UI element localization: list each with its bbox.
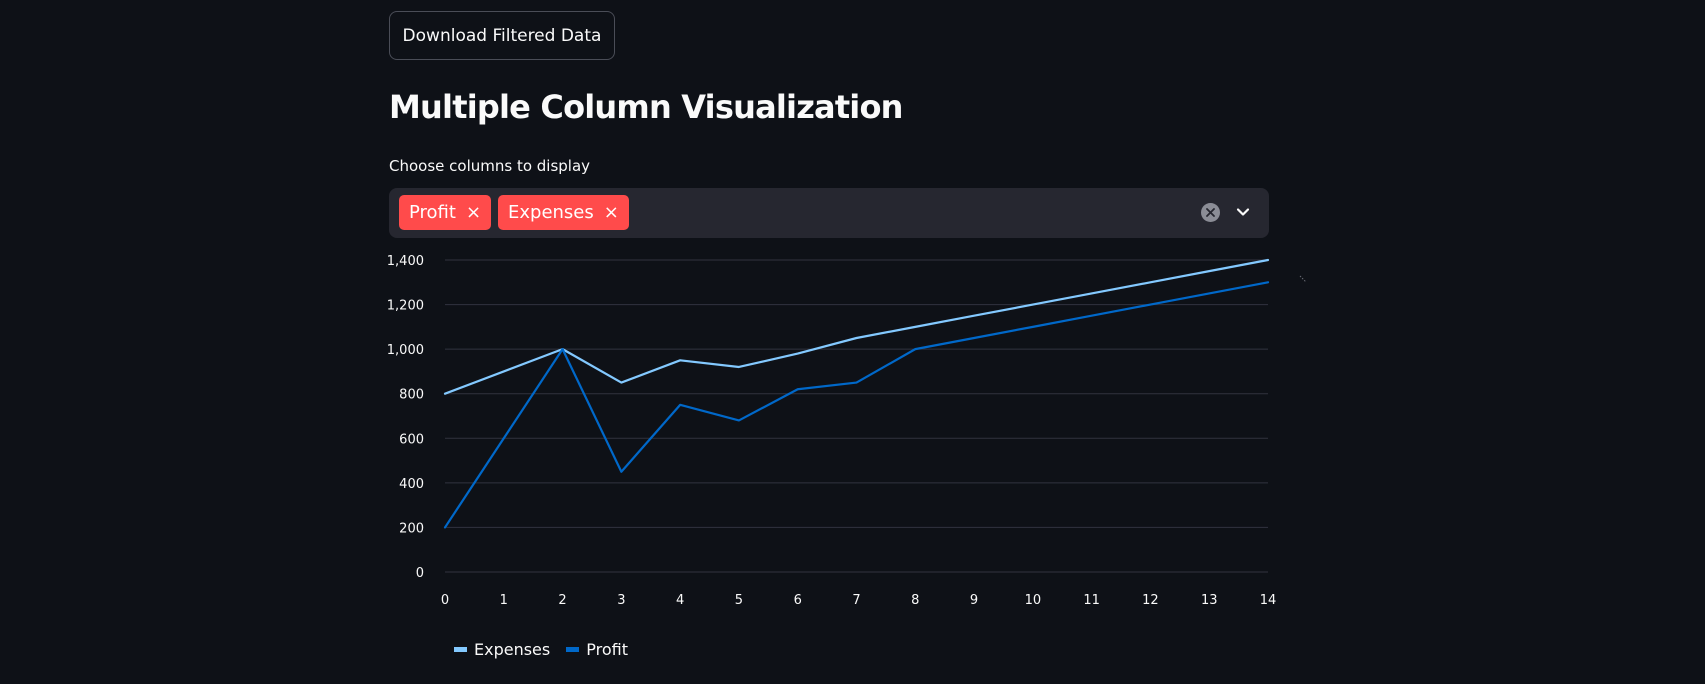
x-tick-label: 11 <box>1083 593 1100 608</box>
y-tick-label: 800 <box>399 388 424 403</box>
legend-swatch <box>454 647 467 652</box>
page: Download Filtered Data Multiple Column V… <box>0 0 1705 684</box>
x-tick-label: 10 <box>1025 593 1042 608</box>
x-tick-label: 9 <box>970 593 978 608</box>
y-tick-label: 1,200 <box>387 299 424 314</box>
x-tick-label: 5 <box>735 593 743 608</box>
legend-label: Expenses <box>474 640 551 659</box>
series-line-profit <box>443 281 1270 529</box>
line-chart: 02004006008001,0001,2001,4000 1 2 3 4 5 6 7 8 9 10… <box>387 254 1277 608</box>
x-tick-label: 7 <box>852 593 860 608</box>
legend-item-expenses[interactable]: Expenses <box>454 640 550 659</box>
legend-swatch <box>566 647 580 652</box>
x-tick-label: 14 <box>1260 593 1277 608</box>
chart-legend: Expenses Profit <box>454 640 644 659</box>
x-tick-label: 6 <box>794 593 802 608</box>
x-tick-label: 12 <box>1142 593 1159 608</box>
x-tick-label: 0 <box>441 593 449 608</box>
y-tick-label: 1,000 <box>387 343 424 358</box>
y-tick-label: 600 <box>399 432 424 447</box>
series-line-expenses <box>443 258 1270 395</box>
x-tick-label: 13 <box>1201 593 1218 608</box>
y-tick-label: 400 <box>399 477 424 492</box>
y-tick-label: 0 <box>416 566 424 581</box>
x-tick-label: 8 <box>911 593 919 608</box>
legend-item-profit[interactable]: Profit <box>566 640 628 659</box>
x-tick-label: 2 <box>558 593 566 608</box>
x-tick-label: 1 <box>500 593 508 608</box>
resize-handle-icon[interactable] <box>1298 269 1308 283</box>
legend-label: Profit <box>586 640 628 659</box>
y-tick-label: 200 <box>399 521 424 536</box>
x-tick-label: 4 <box>676 593 684 608</box>
y-tick-label: 1,400 <box>387 254 424 269</box>
x-tick-label: 3 <box>617 593 625 608</box>
